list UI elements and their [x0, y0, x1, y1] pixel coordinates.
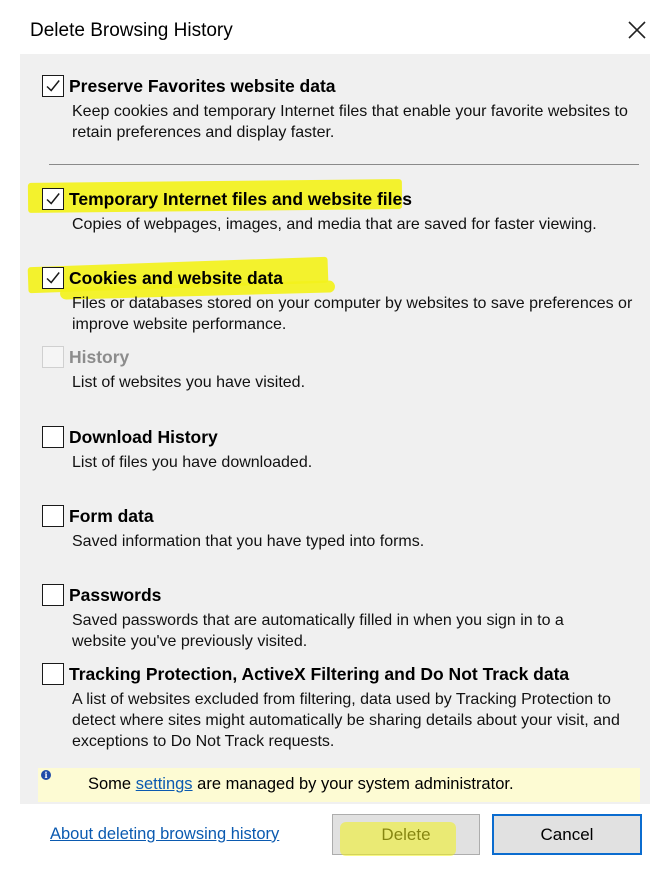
delete-browsing-history-dialog: Delete Browsing History Preserve Favorit… [0, 0, 659, 877]
passwords-description: Saved passwords that are automatically f… [72, 612, 564, 650]
download-history-label[interactable]: Download History [69, 427, 218, 448]
history-checkbox [42, 346, 64, 368]
tracking-protection-label[interactable]: Tracking Protection, ActiveX Filtering a… [69, 664, 596, 685]
history-label: History [69, 347, 130, 367]
highlight-mark [340, 822, 456, 856]
form-data-description: Saved information that you have typed in… [72, 533, 425, 550]
info-text-after: are managed by your system administrator… [192, 775, 514, 793]
passwords-label[interactable]: Passwords [69, 585, 161, 606]
title-bar: Delete Browsing History [0, 0, 659, 62]
download-history-checkbox[interactable] [42, 426, 64, 448]
cookies-checkbox[interactable] [42, 267, 64, 289]
close-icon [628, 21, 646, 39]
download-history-description: List of files you have downloaded. [72, 454, 313, 471]
form-data-label[interactable]: Form data [69, 506, 154, 527]
checkmark-icon [46, 193, 60, 205]
dialog-title: Delete Browsing History [30, 20, 233, 41]
cancel-button[interactable]: Cancel [492, 814, 642, 855]
preserve-favorites-description: Keep cookies and temporary Internet file… [72, 103, 628, 141]
cookies-label[interactable]: Cookies and website data [69, 268, 283, 289]
preserve-favorites-label[interactable]: Preserve Favorites website data [69, 76, 336, 97]
cookies-description: Files or databases stored on your comput… [72, 295, 633, 333]
form-data-checkbox[interactable] [42, 505, 64, 527]
admin-info-text: Some settings are managed by your system… [88, 775, 514, 794]
settings-link[interactable]: settings [136, 775, 193, 793]
about-deleting-history-link[interactable]: About deleting browsing history [50, 825, 279, 844]
checkmark-icon [46, 272, 60, 284]
info-icon: i [41, 770, 51, 780]
temporary-files-label[interactable]: Temporary Internet files and website fil… [69, 189, 412, 210]
checkmark-icon [46, 80, 60, 92]
temporary-files-checkbox[interactable] [42, 188, 64, 210]
separator [49, 164, 639, 165]
tracking-protection-checkbox[interactable] [42, 663, 64, 685]
preserve-favorites-checkbox[interactable] [42, 75, 64, 97]
tracking-protection-description: A list of websites excluded from filteri… [72, 691, 620, 750]
temporary-files-description: Copies of webpages, images, and media th… [72, 216, 597, 233]
history-description: List of websites you have visited. [72, 374, 306, 391]
close-button[interactable] [622, 14, 652, 46]
info-text-before: Some [88, 775, 136, 793]
passwords-checkbox[interactable] [42, 584, 64, 606]
